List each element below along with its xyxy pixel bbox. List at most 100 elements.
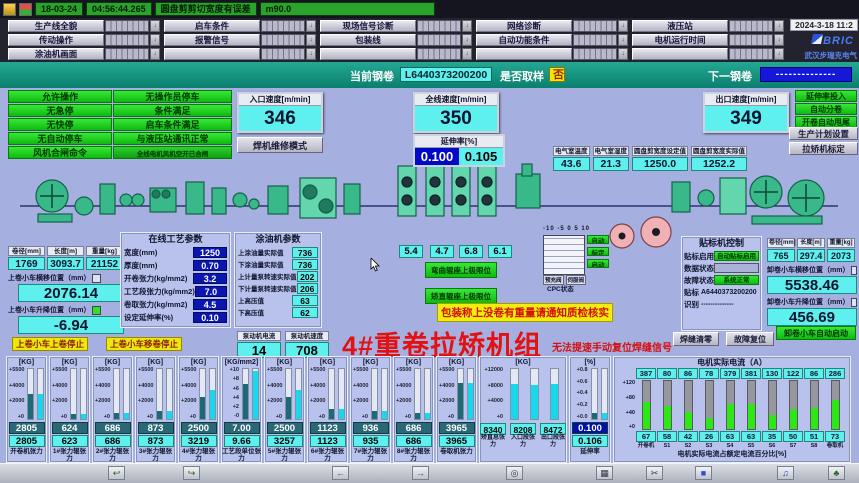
menu-mini-button[interactable]: ↓ (150, 20, 160, 32)
menu-bar: 生产线全貌 ↓ 启车条件 ↓ 现场信号诊断 ↓ 网络诊断 ↓ (0, 18, 859, 62)
labeler-row-status: 自动贴标启用 (714, 251, 759, 261)
section-name: 入口段张力 (510, 435, 536, 449)
motor-percent-value: 67 (636, 431, 656, 442)
entry-traverse-checkbox[interactable] (92, 274, 101, 283)
undo-icon[interactable]: ↩ (108, 466, 125, 480)
param-label: 下高压值 (238, 307, 264, 317)
app-icon[interactable]: ■ (695, 466, 712, 480)
motor-current-value: 387 (636, 368, 656, 379)
param-value: 62 (292, 307, 318, 318)
menu-button[interactable]: 生产线全貌 (8, 20, 104, 32)
menu-mini-button[interactable]: ↓ (462, 48, 472, 60)
menu-button[interactable] (320, 48, 416, 60)
menu-button[interactable]: 报警信号 (164, 34, 260, 46)
readout: 电气室温度 43.6 (553, 146, 590, 171)
elongation-label: 延伸率[%] (415, 136, 503, 148)
plant-icon[interactable]: ♣ (828, 466, 845, 480)
menu-button[interactable]: 网络诊断 (476, 20, 572, 32)
grid-view-icon[interactable]: ▦ (596, 466, 613, 480)
menu-button[interactable]: 自动功能条件 (476, 34, 572, 46)
motor-current-bar (663, 380, 672, 430)
motor-ticks: +120+80+40+0 (619, 381, 635, 431)
menu-mini-button[interactable]: ↓ (462, 20, 472, 32)
menu-button[interactable]: 电机运行时间 (632, 34, 728, 46)
motor-label: S4 (727, 443, 734, 450)
menu-button[interactable]: 涂油机画面 (8, 48, 104, 60)
system-grid-icon[interactable] (3, 3, 16, 16)
gauge-bars: +5500+4000+2000+0 (353, 368, 388, 420)
exit-traverse-checkbox[interactable] (851, 266, 857, 275)
menu-mini-button[interactable]: ↓ (618, 34, 628, 46)
process-params-panel: 在线工艺参数 宽度(mm) 1250 厚度(mm) 0.70 开卷张力(kg/m… (120, 232, 231, 328)
oiler-params-rows: 上涂油量实际值 736 下涂油量实际值 736 上计量泵转速实际值 202 下计… (235, 246, 321, 318)
auto-function-button[interactable]: 延伸率投入 (795, 90, 857, 102)
menu-button[interactable] (164, 48, 260, 60)
menu-button[interactable] (476, 48, 572, 60)
menu-mini-button[interactable]: ↓ (774, 34, 784, 46)
auto-function-button[interactable]: 自动分卷 (795, 103, 857, 115)
next-coil-label: 下一钢卷 (708, 68, 752, 84)
menu-button[interactable]: 现场信号诊断 (320, 20, 416, 32)
menu-button[interactable]: 包装线 (320, 34, 416, 46)
welder-maintenance-button[interactable]: 焊机维修模式 (237, 137, 323, 153)
gauge-set-bar (371, 368, 378, 420)
gauge-tick: +0 (181, 415, 196, 421)
redo-icon[interactable]: ↪ (183, 466, 200, 480)
menu-mini-button[interactable]: ↓ (618, 20, 628, 32)
cpc-button[interactable]: 标定 (587, 247, 609, 256)
current-coil-id: L6440373200200 (400, 67, 492, 82)
next-page-icon[interactable]: → (412, 466, 429, 480)
entry-car-move-stop-button[interactable]: 上卷小车移卷停止 (106, 337, 182, 351)
menu-mini-button[interactable]: ↓ (306, 34, 316, 46)
gauge-tick: +2000 (310, 399, 325, 405)
weld-clear-button[interactable]: 焊缝清零 (673, 332, 719, 346)
entry-lift-checkbox[interactable] (92, 306, 101, 315)
gauge-tick: +4000 (181, 384, 196, 390)
menu-mini-button[interactable]: ↓ (774, 48, 784, 60)
sound-icon[interactable]: ♫ (777, 466, 794, 480)
menu-button[interactable]: 启车条件 (164, 20, 260, 32)
setup-button[interactable]: 拉矫机标定 (789, 142, 858, 155)
motor-column: 381 63 S5 (741, 368, 761, 450)
motor-column: 86 42 S2 (678, 368, 698, 450)
view-icon[interactable]: ◎ (506, 466, 523, 480)
fault-reset-button[interactable]: 故障复位 (726, 332, 774, 346)
menu-mini-button[interactable]: ↓ (150, 48, 160, 60)
gauge-name: 开卷机张力 (10, 448, 43, 455)
menu-mini-button[interactable]: ↓ (618, 48, 628, 60)
exit-lift-checkbox[interactable] (851, 298, 857, 307)
gauge-tick: +5500 (439, 368, 454, 374)
cpc-buttons: 自动 标定 启动 (587, 235, 609, 268)
setup-button[interactable]: 生产计划设置 (789, 127, 858, 140)
prev-page-icon[interactable]: ← (332, 466, 349, 480)
menu-mini-button[interactable]: ↓ (150, 34, 160, 46)
menu-button[interactable] (632, 48, 728, 60)
gauge-tick: +5500 (267, 368, 282, 374)
alarm-bell-icon[interactable] (19, 3, 32, 16)
param-value: 7.0 (195, 286, 227, 297)
menu-button[interactable]: 液压站 (632, 20, 728, 32)
gauge-tick: +0.4 (573, 391, 588, 397)
bridle-tension-3: 6.8 (459, 245, 483, 258)
cpc-button[interactable]: 启动 (587, 259, 609, 268)
exit-coil-panel: 卷径[mm] 765 长度[m] 297.4 重量[kg] 2073 卸卷小车横… (767, 238, 857, 326)
menu-mini-button[interactable]: ↓ (774, 20, 784, 32)
shear-icon[interactable]: ✂ (646, 466, 663, 480)
menu-group: 液压站 ↓ (632, 20, 784, 32)
menu-indicator-cells (729, 34, 773, 46)
motor-current-value: 122 (783, 368, 803, 379)
motor-current-value: 86 (678, 368, 698, 379)
cpc-button[interactable]: 自动 (587, 235, 609, 244)
param-label: 工艺段张力(kg/mm2) (124, 286, 195, 297)
gauge-set-value: 686 (396, 422, 432, 434)
tension-gauge: [%] +0.8+0.6+0.4+0.2+0.0 0.100 0.106 延伸率 (569, 356, 611, 463)
sample-toggle[interactable]: 否 (549, 67, 565, 82)
menu-mini-button[interactable]: ↓ (306, 20, 316, 32)
menu-mini-button[interactable]: ↓ (306, 48, 316, 60)
menu-button[interactable]: 传动操作 (8, 34, 104, 46)
condition-lamp: 与液压站通讯正常 (113, 132, 232, 145)
entry-car-load-stop-button[interactable]: 上卷小车上卷停止 (12, 337, 88, 351)
menu-mini-button[interactable]: ↓ (462, 34, 472, 46)
exit-car-auto-start-button[interactable]: 卸卷小车自动启动 (776, 326, 856, 340)
gauge-bars: +5500+4000+2000+0 (52, 368, 87, 420)
